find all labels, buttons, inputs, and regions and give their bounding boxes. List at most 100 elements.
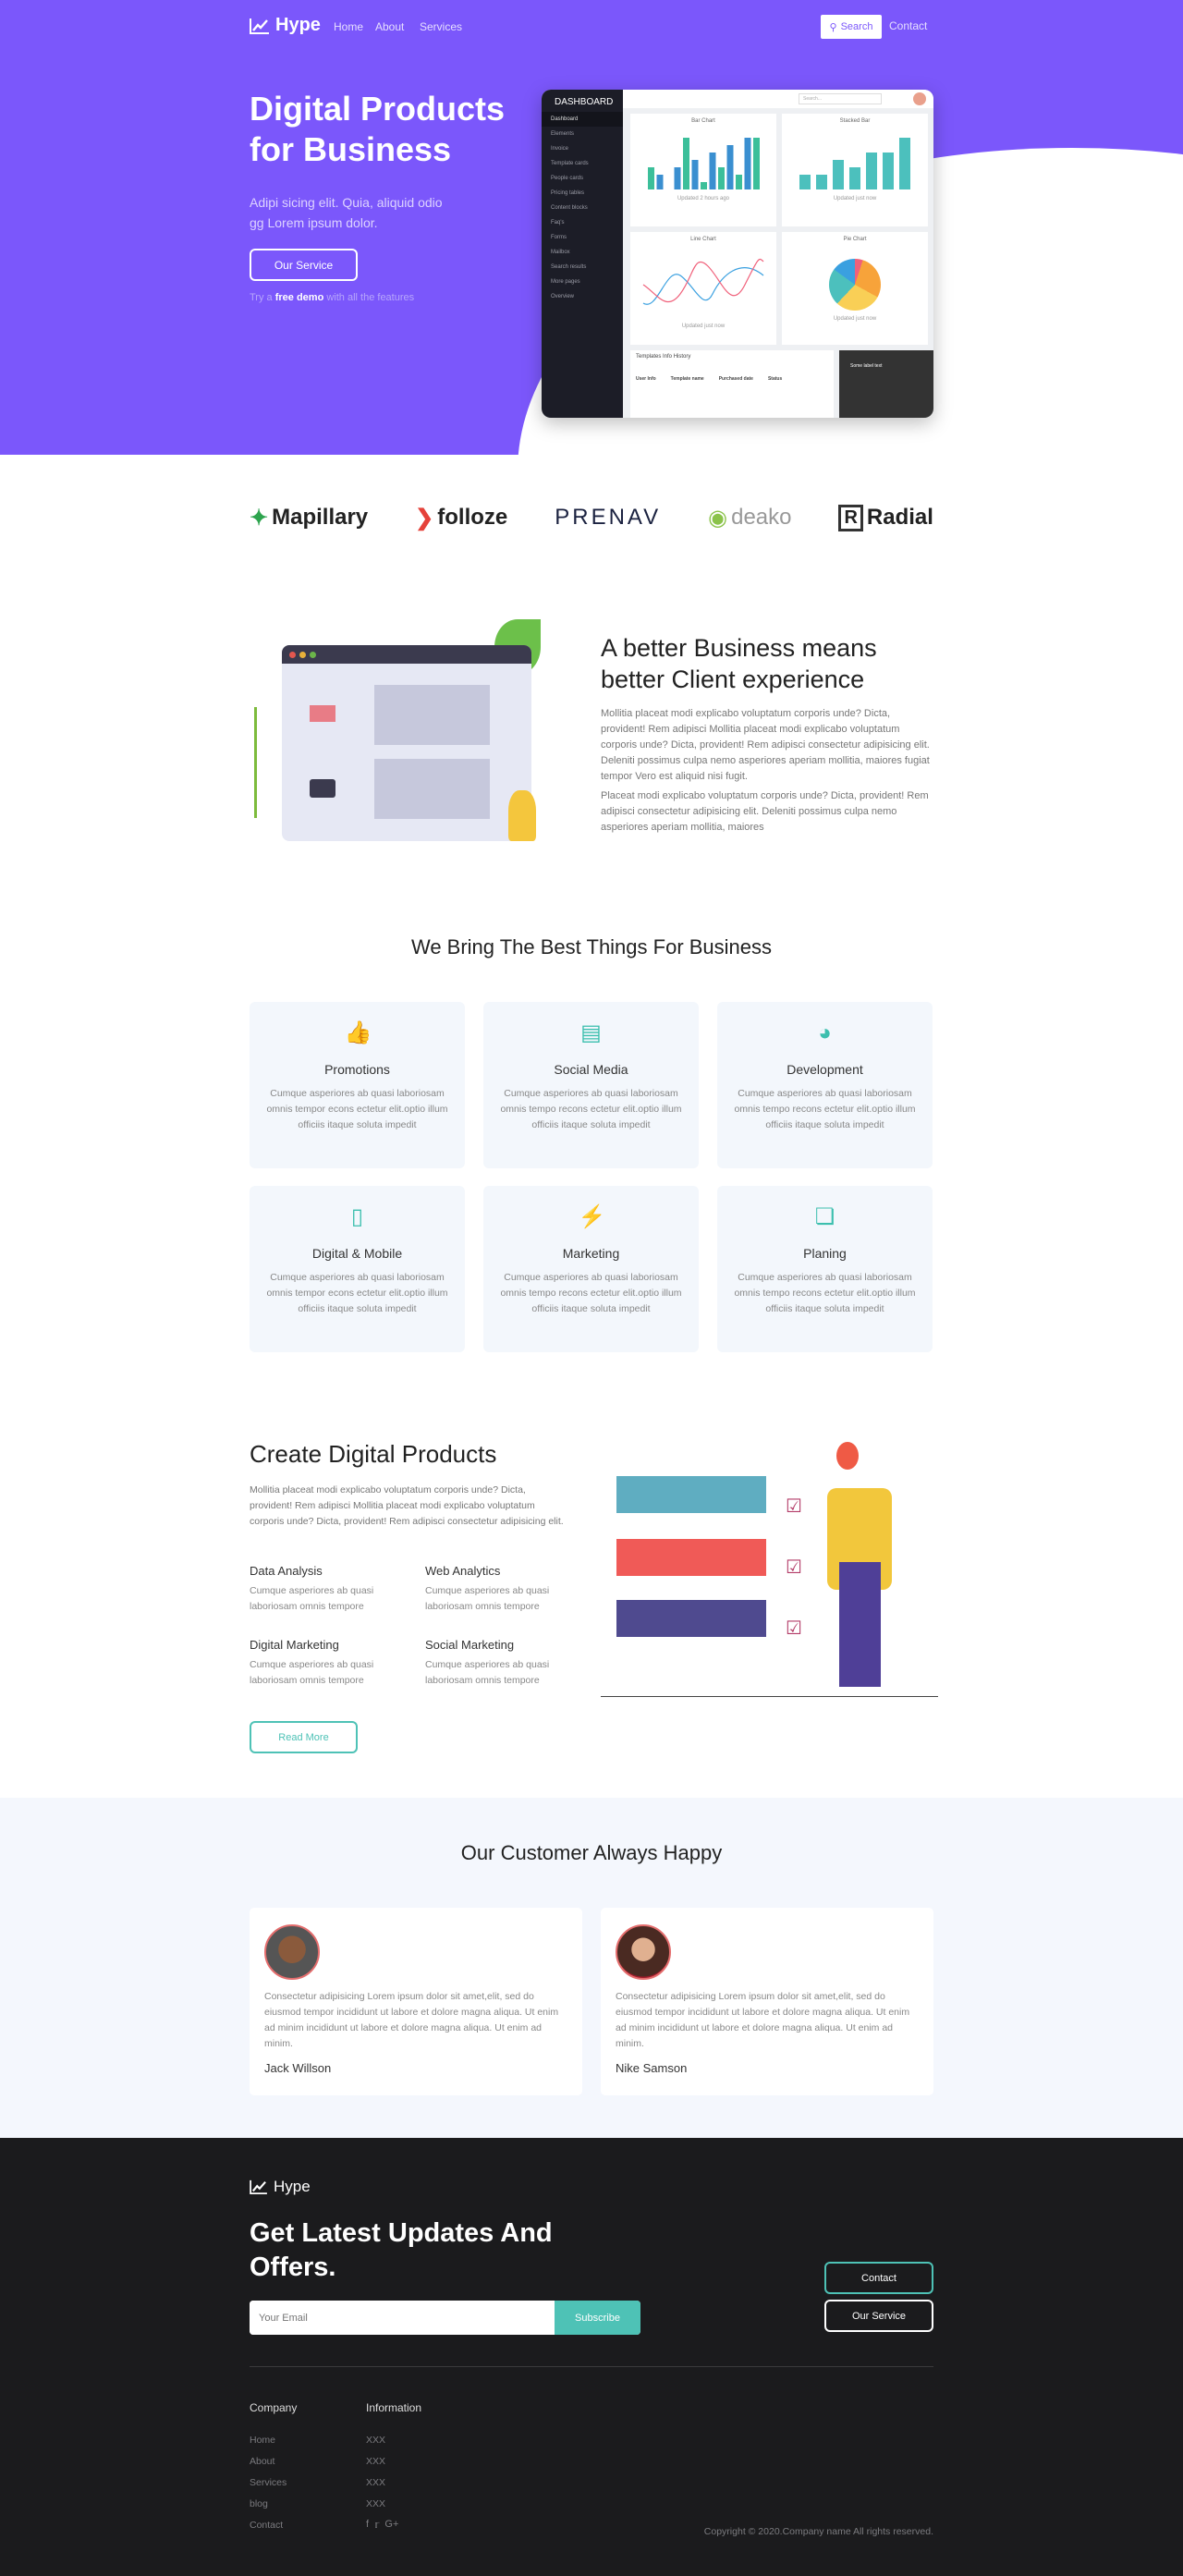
- nav-about[interactable]: About: [375, 20, 404, 33]
- footer-brand[interactable]: Hype: [250, 2178, 311, 2196]
- footer-contact-button[interactable]: Contact: [824, 2262, 933, 2294]
- mini-bar: [816, 175, 827, 189]
- service-card: ❏ Planing Cumque asperiores ab quasi labor…: [717, 1186, 933, 1352]
- checklist-illustration: ☑ ☑ ☑: [601, 1437, 938, 1715]
- about-paragraph-2: Placeat modi explicabo voluptatum corpor…: [601, 790, 929, 833]
- mini-bar: [866, 153, 877, 189]
- feature-title: Data Analysis: [250, 1564, 323, 1578]
- dashboard-preview: DASHBOARD Dashboard Elements Invoice Templa…: [542, 90, 933, 418]
- service-title: Planing: [803, 1246, 847, 1261]
- feature-title: Web Analytics: [425, 1564, 501, 1578]
- our-service-button[interactable]: Our Service: [250, 249, 358, 281]
- logo-folloze: ❯ folloze: [415, 505, 508, 531]
- testimonial-text: Consectetur adipisicing Lorem ipsum dolo…: [264, 1991, 559, 2049]
- dashboard-title: DASHBOARD: [555, 97, 614, 107]
- footer-info-link[interactable]: XXX: [366, 2435, 385, 2446]
- dashboard-menu-item: Mailbox: [551, 250, 570, 255]
- search-button[interactable]: ⚲ Search: [821, 15, 882, 39]
- feature-item: Web Analytics Cumque asperiores ab quasi …: [425, 1564, 582, 1615]
- mini-bar: [849, 167, 860, 189]
- templates-table: Templates Info History User Info Template…: [630, 350, 834, 418]
- chart-line-icon: [250, 2179, 267, 2194]
- twitter-icon[interactable]: 𝕣: [374, 2519, 379, 2531]
- nav-contact[interactable]: Contact: [889, 19, 927, 32]
- feature-item: Social Marketing Cumque asperiores ab qua…: [425, 1638, 582, 1689]
- pie-chart-icon: ◕: [818, 1020, 832, 1045]
- mini-bar: [683, 138, 689, 189]
- footer-link-home[interactable]: Home: [250, 2435, 275, 2446]
- information-title: Information: [366, 2401, 422, 2414]
- free-demo-link[interactable]: free demo: [275, 292, 324, 303]
- read-more-button[interactable]: Read More: [250, 1721, 358, 1753]
- subscribe-form: Subscribe: [250, 2301, 640, 2335]
- nav-services[interactable]: Services: [420, 20, 462, 33]
- logo-prenav: PRENAV: [555, 505, 662, 530]
- google-plus-icon[interactable]: G+: [384, 2519, 398, 2531]
- testimonial-card: Consectetur adipisicing Lorem ipsum dolo…: [250, 1908, 582, 2095]
- about-paragraph-1: Mollitia placeat modi explicabo voluptat…: [601, 708, 930, 782]
- testimonial-name: Nike Samson: [616, 2061, 688, 2075]
- dashboard-menu-item: Search results: [551, 264, 587, 270]
- feature-text: Cumque asperiores ab quasi laboriosam om…: [250, 1659, 374, 1686]
- subscribe-button[interactable]: Subscribe: [555, 2301, 640, 2335]
- footer-info-link[interactable]: XXX: [366, 2477, 385, 2488]
- footer-our-service-button[interactable]: Our Service: [824, 2300, 933, 2332]
- mini-bar: [656, 175, 664, 189]
- mini-bar: [701, 182, 707, 189]
- dashboard-menu-item: Invoice: [551, 146, 569, 152]
- service-card: ▯ Digital & Mobile Cumque asperiores ab qu…: [250, 1186, 465, 1352]
- feature-title: Social Marketing: [425, 1638, 515, 1652]
- testimonials-title: Our Customer Always Happy: [460, 1841, 723, 1864]
- dashboard-menu-item: Dashboard: [542, 112, 623, 127]
- avatar: [913, 92, 926, 105]
- create-title: Create Digital Products: [250, 1440, 497, 1468]
- create-paragraph: Mollitia placeat modi explicabo voluptat…: [250, 1484, 564, 1527]
- company-title: Company: [250, 2401, 298, 2414]
- about-title: A better Business means better Client ex…: [601, 634, 877, 693]
- bar-chart-card: Bar Chart Updated 2 hours ago: [630, 114, 776, 226]
- logo-mapillary: ✦ Mapillary: [250, 505, 369, 531]
- mini-bar: [718, 167, 725, 189]
- feature-title: Digital Marketing: [250, 1638, 339, 1652]
- partner-logos: ✦ Mapillary ❯ folloze PRENAV ◉ deako R Radia…: [250, 499, 933, 536]
- hero-title: Digital Products for Business: [250, 90, 506, 168]
- footer-info-link[interactable]: XXX: [366, 2456, 385, 2467]
- dashboard-menu-item: Elements: [551, 131, 575, 137]
- service-text: Cumque asperiores ab quasi laboriosam om…: [500, 1088, 682, 1130]
- service-card: ▤ Social Media Cumque asperiores ab quasi …: [483, 1002, 699, 1168]
- service-card: ◕ Development Cumque asperiores ab quasi l…: [717, 1002, 933, 1168]
- service-card: ⚡ Marketing Cumque asperiores ab quasi lab…: [483, 1186, 699, 1352]
- dashboard-topbar: Search...: [623, 90, 933, 108]
- footer-link-blog[interactable]: blog: [250, 2498, 268, 2509]
- bolt-icon: ⚡: [578, 1204, 606, 1229]
- stacked-bar-card: Stacked Bar Updated just now: [782, 114, 928, 226]
- services-title: We Bring The Best Things For Business: [410, 935, 773, 958]
- footer-link-services[interactable]: Services: [250, 2477, 287, 2488]
- laptop-image: Some label text: [839, 350, 933, 418]
- footer-link-contact[interactable]: Contact: [250, 2520, 283, 2531]
- hero-subtitle: Adipi sicing elit. Quia, aliquid odio gg…: [250, 195, 443, 230]
- mini-bar: [691, 160, 699, 189]
- logo-radial: R Radial: [838, 504, 933, 531]
- social-links: f 𝕣 G+: [366, 2519, 398, 2531]
- email-input[interactable]: [250, 2301, 555, 2335]
- footer-info-link[interactable]: XXX: [366, 2498, 385, 2509]
- mini-bar: [709, 153, 716, 189]
- dashboard-menu-item: Template cards: [551, 161, 589, 166]
- chart-line-icon: [250, 18, 269, 34]
- mini-bar: [833, 160, 844, 189]
- facebook-icon[interactable]: f: [366, 2519, 369, 2531]
- pie-chart-card: Pie Chart Updated just now: [782, 232, 928, 345]
- service-card: 👍 Promotions Cumque asperiores ab quasi la…: [250, 1002, 465, 1168]
- nav-home[interactable]: Home: [334, 20, 363, 33]
- footer-divider: [250, 2366, 933, 2367]
- mini-bar: [674, 167, 681, 189]
- copyright: Copyright © 2020.Company name All rights…: [703, 2526, 933, 2537]
- testimonial-name: Jack Willson: [264, 2061, 332, 2075]
- mapillary-icon: ✦: [250, 505, 269, 531]
- service-title: Promotions: [324, 1062, 390, 1077]
- footer-link-about[interactable]: About: [250, 2456, 274, 2467]
- hero-note: Try a free demo with all the features: [250, 292, 415, 303]
- brand-logo[interactable]: Hype: [250, 15, 321, 36]
- feature-text: Cumque asperiores ab quasi laboriosam om…: [425, 1659, 550, 1686]
